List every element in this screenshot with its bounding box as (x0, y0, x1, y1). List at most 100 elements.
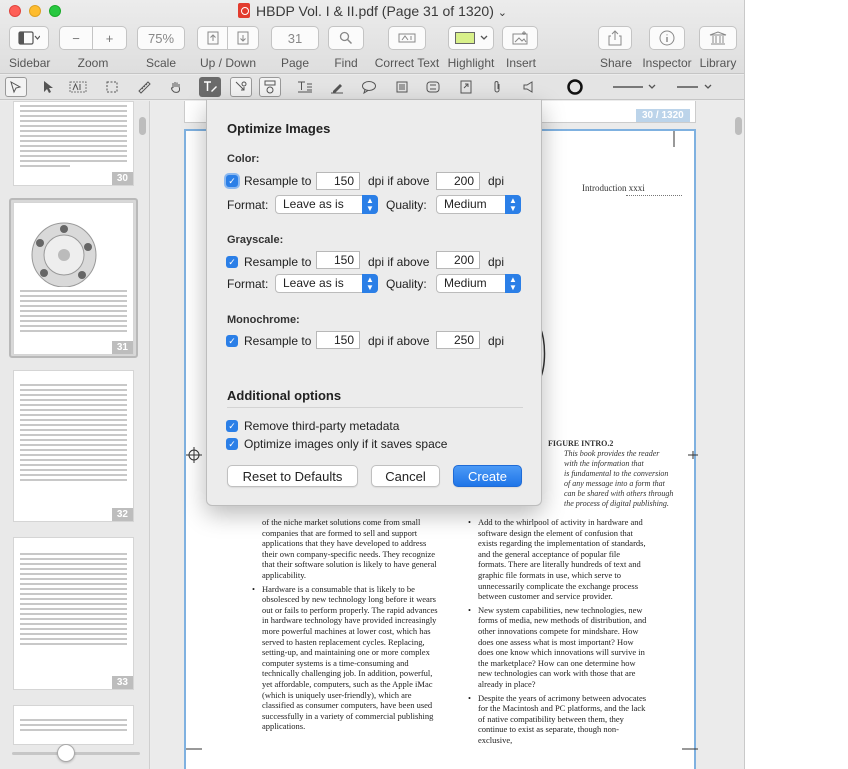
color-dpi-if-above-label: dpi if above (368, 174, 430, 188)
color-quality-popup[interactable]: Medium ▲ ▼ (436, 195, 521, 214)
section-divider (227, 407, 523, 408)
highlight-swatch-icon (454, 32, 475, 44)
thumbnail-size-slider-knob[interactable] (57, 744, 75, 762)
remove-metadata-checkbox[interactable]: ✓ (226, 420, 238, 432)
color-above-dpi-field[interactable]: 200 (436, 172, 480, 190)
text-select-tool-icon[interactable] (67, 77, 89, 97)
paperclip-icon[interactable] (486, 77, 508, 97)
figure-caption: FIGURE INTRO.2 This book provides the re… (548, 439, 674, 508)
arrow-up-icon (207, 31, 218, 45)
cancel-button[interactable]: Cancel (371, 465, 440, 487)
thumbnail-page-30[interactable]: 30 (13, 101, 134, 186)
page-up-button[interactable] (197, 26, 228, 50)
scale-field[interactable]: 75% (137, 26, 185, 50)
page-number-badge: 30 / 1320 (636, 109, 690, 122)
speaker-icon[interactable] (518, 77, 540, 97)
insert-button[interactable] (502, 26, 538, 50)
share-button[interactable] (598, 26, 632, 50)
zoom-out-button[interactable]: − (59, 26, 93, 50)
color-resample-row: ✓ Resample to (226, 171, 311, 191)
correct-text-icon (398, 33, 416, 43)
grayscale-resample-dpi-field[interactable]: 150 (316, 251, 360, 269)
monochrome-resample-dpi-field[interactable]: 150 (316, 331, 360, 349)
insert-toolbar-item: Insert (502, 26, 540, 70)
running-head: Introduction xxxi (582, 183, 645, 193)
grayscale-above-dpi-field[interactable]: 200 (436, 251, 480, 269)
measure-tool-icon[interactable] (133, 77, 155, 97)
object-edit-tool-icon[interactable] (230, 77, 252, 97)
correct-text-toolbar-item: Correct Text (374, 26, 440, 70)
find-button[interactable] (328, 26, 364, 50)
thumbnail-page-33[interactable]: 33 (13, 537, 134, 690)
document-scrollbar[interactable] (735, 117, 742, 135)
optimize-only-label: Optimize images only if it saves space (244, 437, 448, 451)
page-number-field[interactable]: 31 (271, 26, 319, 50)
scale-toolbar-item: 75% Scale (137, 26, 185, 70)
sidebar-scrollbar[interactable] (139, 117, 146, 135)
app-window: HBDP Vol. I & II.pdf (Page 31 of 1320) ⌄… (0, 0, 745, 769)
running-head-rule (626, 195, 682, 196)
thumbnail-page-32[interactable]: 32 (13, 370, 134, 522)
text-selection-tool-icon[interactable] (5, 77, 27, 97)
zoom-toolbar-item: − + Zoom (59, 26, 127, 70)
line-style-dropdown[interactable] (612, 77, 658, 97)
library-button[interactable] (699, 26, 737, 50)
rectangle-select-tool-icon[interactable] (101, 77, 123, 97)
color-dpi-label: dpi (488, 174, 505, 188)
monochrome-above-dpi-field[interactable]: 250 (436, 331, 480, 349)
grayscale-quality-popup[interactable]: Medium ▲ ▼ (436, 274, 521, 293)
thumbnail-page-31[interactable]: 31 (13, 202, 134, 355)
zoom-in-button[interactable]: + (93, 26, 127, 50)
pdf-file-icon (238, 3, 250, 18)
grayscale-dpi-if-above-label: dpi if above (368, 255, 430, 269)
highlight-button[interactable] (448, 26, 494, 50)
color-resample-label: Resample to (244, 174, 312, 188)
stroke-color-icon[interactable] (564, 77, 586, 97)
stamp-tool-icon[interactable] (422, 77, 444, 97)
color-format-popup[interactable]: Leave as is ▲ ▼ (275, 195, 378, 214)
thumbnail-sidebar: 30 31 32 33 (0, 101, 150, 769)
grayscale-format-label: Format: (227, 277, 269, 291)
color-resample-dpi-field[interactable]: 150 (316, 172, 360, 190)
optimize-only-checkbox[interactable]: ✓ (226, 438, 238, 450)
grayscale-resample-row: ✓ Resample to (226, 252, 311, 272)
inspector-button[interactable] (649, 26, 685, 50)
up-down-arrows-icon: ▲ ▼ (505, 274, 521, 293)
monochrome-resample-checkbox[interactable]: ✓ (226, 335, 238, 347)
sidebar-toggle-button[interactable] (9, 26, 49, 50)
pointer-tool-icon[interactable] (37, 77, 59, 97)
pen-tool-icon[interactable] (326, 77, 348, 97)
line-end-dropdown[interactable] (676, 77, 716, 97)
create-button[interactable]: Create (453, 465, 522, 487)
up-down-arrows-icon: ▲ ▼ (505, 195, 521, 214)
highlight-toolbar-item: Highlight (446, 26, 496, 70)
thumbnail-size-slider[interactable] (12, 752, 140, 755)
thumbnail-page-34[interactable] (13, 705, 134, 745)
link-tool-icon[interactable] (455, 77, 477, 97)
grayscale-quality-label: Quality: (386, 277, 427, 291)
grayscale-resample-checkbox[interactable]: ✓ (226, 256, 238, 268)
text-box-tool-icon[interactable] (391, 77, 413, 97)
hand-tool-icon[interactable] (165, 77, 187, 97)
page-down-button[interactable] (228, 26, 259, 50)
grayscale-format-popup[interactable]: Leave as is ▲ ▼ (275, 274, 378, 293)
thumbnail-page-number: 30 (111, 172, 133, 185)
color-resample-checkbox[interactable]: ✓ (226, 175, 238, 187)
ocr-tool-icon[interactable] (259, 77, 281, 97)
reset-to-defaults-button[interactable]: Reset to Defaults (227, 465, 358, 487)
chevron-down-icon: ⌄ (497, 7, 507, 19)
correct-text-button[interactable] (388, 26, 426, 50)
left-text-column: of the niche market solutions come from … (252, 517, 440, 735)
grayscale-section-heading: Grayscale: (227, 234, 284, 246)
chevron-down-icon (480, 35, 487, 40)
note-bubble-tool-icon[interactable] (358, 77, 380, 97)
color-section-heading: Color: (227, 153, 260, 165)
page-toolbar-item: 31 Page (271, 26, 319, 70)
title-bar: HBDP Vol. I & II.pdf (Page 31 of 1320) ⌄… (0, 0, 744, 74)
monochrome-resample-label: Resample to (244, 334, 312, 348)
up-down-toolbar-item: Up / Down (197, 26, 259, 70)
text-edit-tool-icon[interactable] (199, 77, 221, 97)
share-icon (608, 30, 622, 46)
typewriter-tool-icon[interactable] (294, 77, 316, 97)
window-title[interactable]: HBDP Vol. I & II.pdf (Page 31 of 1320) ⌄ (0, 3, 744, 19)
